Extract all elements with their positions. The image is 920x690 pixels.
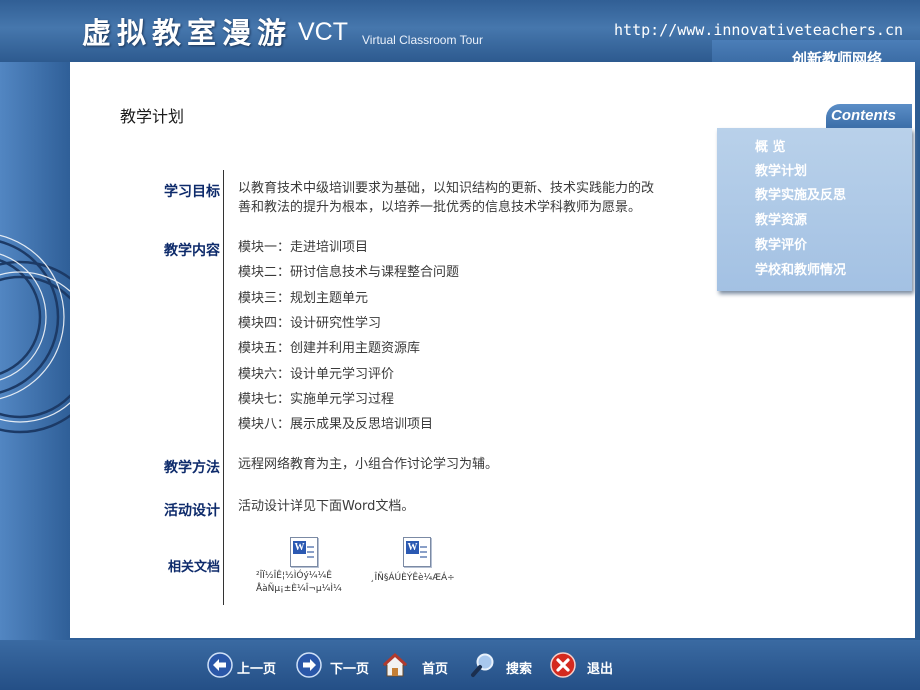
prev-label: 上一页 (237, 662, 277, 677)
left-decorative-bar (0, 62, 70, 640)
logo-title-en: VCT (298, 18, 348, 46)
docs-label: 相关文档 (167, 560, 220, 575)
document-name: ÅàÑµ¡±È¼Î¬µ¼Ì¼ (256, 584, 342, 594)
module-item: 模块五：创建并利用主题资源库 (238, 341, 421, 356)
logo-title-cn: 虚拟教室漫游 (82, 16, 293, 50)
activity-text: 活动设计详见下面Word文档。 (238, 499, 415, 514)
section-divider (223, 170, 224, 605)
document-name: ²ÎÏ½ÎÊ¦½ÌÓý¼¼Ê (256, 571, 332, 581)
content-label: 教学内容 (164, 243, 220, 259)
logo-subtitle: Virtual Classroom Tour (362, 33, 483, 47)
goal-label: 学习目标 (164, 184, 220, 200)
menu-item-implementation[interactable]: 教学实施及反思 (755, 184, 846, 203)
word-document-icon: W (403, 537, 431, 567)
home-label: 首页 (422, 662, 449, 677)
home-button[interactable]: 首页 (382, 649, 452, 681)
contents-label: Contents (831, 107, 896, 124)
goal-text-line2: 善和教法的提升为根本，以培养一批优秀的信息技术学科教师为愿景。 (238, 200, 642, 215)
menu-item-resources[interactable]: 教学资源 (755, 209, 807, 228)
exit-label: 退出 (587, 662, 614, 677)
module-item: 模块八：展示成果及反思培训项目 (238, 417, 434, 432)
site-url: http://www.innovativeteachers.cn (614, 21, 903, 39)
menu-item-overview[interactable]: 概 览 (755, 136, 786, 155)
menu-item-school-teacher[interactable]: 学校和教师情况 (755, 259, 846, 278)
module-item: 模块一：走进培训项目 (238, 240, 369, 255)
goal-text-line1: 以教育技术中级培训要求为基础，以知识结构的更新、技术实践能力的改 (238, 181, 655, 196)
module-item: 模块六：设计单元学习评价 (238, 367, 395, 382)
method-text: 远程网络教育为主，小组合作讨论学习为辅。 (238, 457, 499, 472)
arrow-right-icon (296, 652, 322, 678)
contents-menu: 概 览 教学计划 教学实施及反思 教学资源 教学评价 学校和教师情况 (717, 128, 912, 291)
prev-page-button[interactable]: 上一页 (207, 649, 287, 681)
next-page-button[interactable]: 下一页 (296, 649, 376, 681)
menu-item-evaluation[interactable]: 教学评价 (755, 234, 807, 253)
exit-button[interactable]: 退出 (550, 649, 620, 681)
module-item: 模块四：设计研究性学习 (238, 316, 382, 331)
module-item: 模块三：规划主题单元 (238, 291, 369, 306)
ring-decoration-icon (0, 234, 70, 434)
home-icon (382, 652, 408, 677)
search-label: 搜索 (506, 662, 533, 677)
contents-tab: Contents (826, 104, 912, 128)
menu-item-teaching-plan[interactable]: 教学计划 (755, 160, 807, 179)
bottom-nav-bar: 上一页 下一页 首页 搜索 退出 (0, 640, 920, 690)
module-item: 模块二：研讨信息技术与课程整合问题 (238, 265, 460, 280)
method-label: 教学方法 (164, 460, 220, 476)
word-document-link[interactable]: W ²ÎÏ½ÎÊ¦½ÌÓý¼¼Ê ÅàÑµ¡±È¼Î¬µ¼Ì¼ (256, 537, 356, 599)
activity-label: 活动设计 (164, 503, 220, 519)
search-icon (471, 653, 494, 677)
module-item: 模块七：实施单元学习过程 (238, 392, 395, 407)
next-label: 下一页 (330, 662, 370, 677)
arrow-left-icon (207, 652, 233, 678)
search-button[interactable]: 搜索 (470, 649, 540, 681)
page-title: 教学计划 (120, 107, 185, 126)
close-icon (550, 652, 576, 678)
word-document-icon: W (290, 537, 318, 567)
document-name: ¸ÎÑ§ÁÚÈÝÊè¼ÆÁ÷ (370, 573, 455, 583)
word-document-link[interactable]: W ¸ÎÑ§ÁÚÈÝÊè¼ÆÁ÷ (370, 537, 470, 599)
